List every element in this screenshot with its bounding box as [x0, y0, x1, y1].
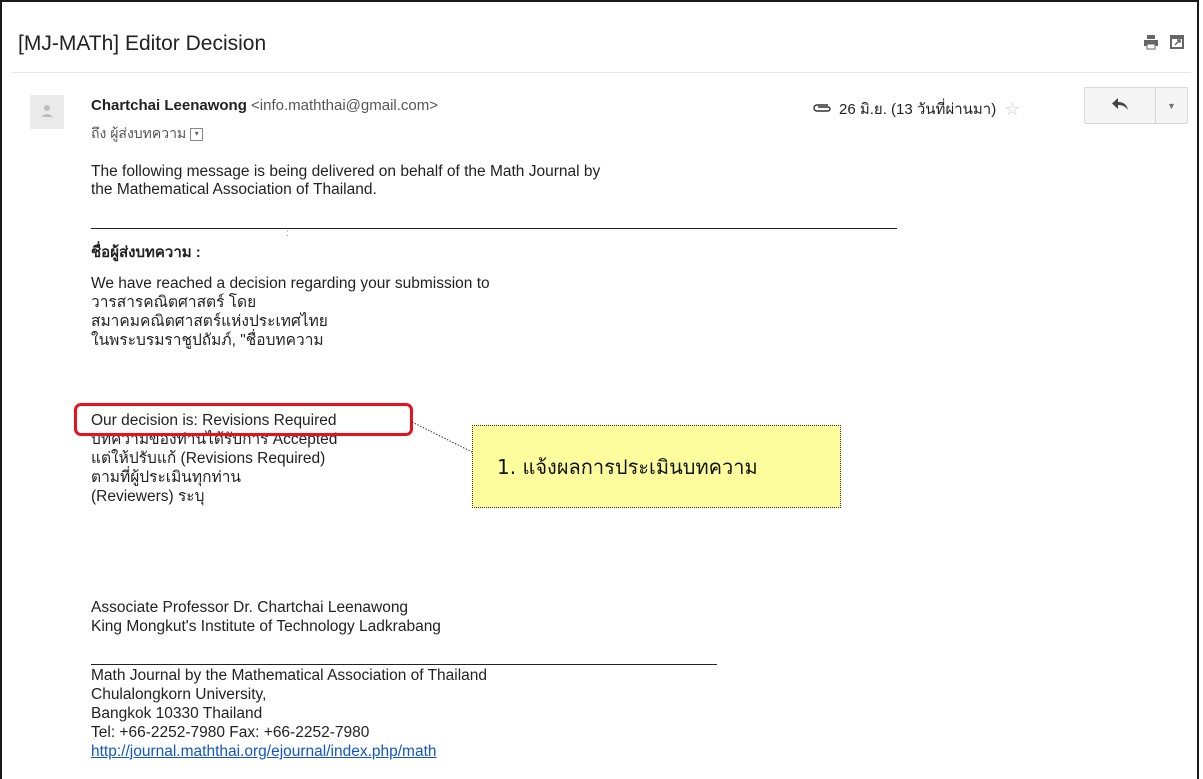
- signature-affiliation: King Mongkut's Institute of Technology L…: [91, 618, 441, 635]
- intro-line-1: The following message is being delivered…: [91, 163, 601, 180]
- reply-button-group: ▼: [1084, 87, 1188, 124]
- annotation-callout: 1. แจ้งผลการประเมินบทความ: [472, 425, 841, 508]
- decision-intro-line-2: วารสารคณิตศาสตร์ โดย: [91, 294, 257, 311]
- footer-line-3: Bangkok 10330 Thailand: [91, 705, 263, 722]
- print-icon[interactable]: [1143, 34, 1159, 50]
- decision-detail-2: แต่ให้ปรับแก้ (Revisions Required): [91, 450, 326, 467]
- decision-detail-4: (Reviewers) ระบุ: [91, 488, 205, 505]
- message-meta: 26 มิ.ย. (13 วันที่ผ่านมา) ☆: [811, 97, 1020, 121]
- email-subject: [MJ-MATh] Editor Decision: [18, 32, 267, 55]
- decision-highlight-box: [74, 403, 413, 436]
- to-line: ถึง ผู้ส่งบทความ ▾: [91, 123, 204, 145]
- default-avatar-icon: [30, 95, 64, 129]
- signature-divider: [91, 664, 717, 665]
- colon-mark: :: [286, 228, 289, 239]
- to-details-dropdown-icon[interactable]: ▾: [190, 127, 204, 141]
- subject-divider: [12, 72, 1191, 73]
- reply-icon: [1111, 95, 1129, 116]
- more-options-icon[interactable]: ▼: [1156, 88, 1187, 123]
- attachment-icon: [811, 101, 833, 118]
- decision-intro-line-3: สมาคมคณิตศาสตร์แห่งประเทศไทย: [91, 313, 328, 330]
- sender-name[interactable]: Chartchai Leenawong: [91, 97, 247, 114]
- callout-connector: [411, 421, 473, 453]
- sender-email: <info.maththai@gmail.com>: [251, 97, 439, 114]
- footer-line-2: Chulalongkorn University,: [91, 686, 267, 703]
- salutation: ชื่อผู้ส่งบทความ :: [91, 244, 201, 261]
- star-icon[interactable]: ☆: [1004, 99, 1020, 120]
- intro-line-2: the Mathematical Association of Thailand…: [91, 181, 377, 198]
- footer-line-1: Math Journal by the Mathematical Associa…: [91, 667, 488, 684]
- recipient-label: ถึง ผู้ส่งบทความ: [91, 125, 187, 141]
- signature-name: Associate Professor Dr. Chartchai Leenaw…: [91, 599, 409, 616]
- callout-text: 1. แจ้งผลการประเมินบทความ: [497, 454, 758, 479]
- decision-intro-line-1: We have reached a decision regarding you…: [91, 275, 490, 292]
- journal-link[interactable]: http://journal.maththai.org/ejournal/ind…: [91, 743, 437, 761]
- new-window-icon[interactable]: [1169, 34, 1185, 50]
- message-date: 26 มิ.ย. (13 วันที่ผ่านมา): [839, 101, 997, 118]
- sender-line: Chartchai Leenawong <info.maththai@gmail…: [91, 97, 438, 114]
- decision-detail-3: ตามที่ผู้ประเมินทุกท่าน: [91, 469, 242, 486]
- intro-divider: [91, 228, 897, 229]
- top-actions: [1143, 34, 1185, 50]
- reply-button[interactable]: [1085, 88, 1156, 123]
- decision-intro-line-4: ในพระบรมราชูปถัมภ์, "ชื่อบทความ: [91, 332, 324, 349]
- footer-line-4: Tel: +66-2252-7980 Fax: +66-2252-7980: [91, 724, 370, 741]
